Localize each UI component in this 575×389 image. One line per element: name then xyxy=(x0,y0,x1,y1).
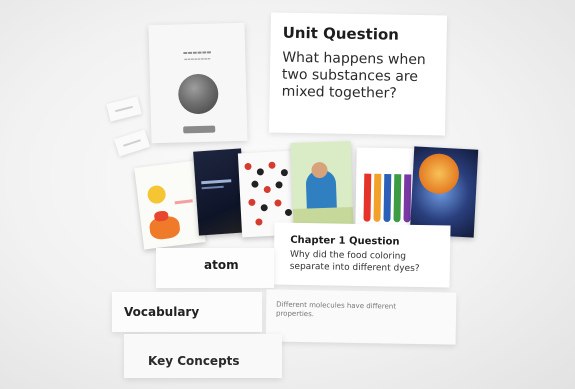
vocabulary-label: Vocabulary xyxy=(124,305,200,319)
key-concepts-label: Key Concepts xyxy=(148,354,240,368)
booklet-tag xyxy=(183,125,216,134)
booklet: ▬▬▬▬▬▬ ▬▬▬▬▬▬▬▬ xyxy=(148,22,248,144)
vocabulary-word: atom xyxy=(204,258,239,272)
photo-scene: ▬▬▬▬▬▬ ▬▬▬▬▬▬▬▬ Unit Question What happe… xyxy=(0,0,575,389)
unit-question-card: Unit Question What happens when two subs… xyxy=(268,12,448,136)
vocabulary-label-card: Vocabulary xyxy=(112,292,262,332)
booklet-subtitle-print: ▬▬▬▬▬▬▬▬ xyxy=(184,56,211,62)
chapter-question-card: Chapter 1 Question Why did the food colo… xyxy=(273,222,451,288)
key-concepts-label-card: Key Concepts xyxy=(124,334,282,378)
unit-question-text: What happens when two substances are mix… xyxy=(281,49,426,102)
booklet-cover-image xyxy=(177,73,219,115)
key-concept-text: Different molecules have different prope… xyxy=(275,300,397,319)
unit-question-title: Unit Question xyxy=(282,23,400,44)
book-cover xyxy=(290,140,354,228)
vocabulary-word-card: atom xyxy=(156,248,274,288)
book-cover xyxy=(355,147,417,235)
chapter-question-text: Why did the food coloring separate into … xyxy=(289,249,420,275)
chapter-question-title: Chapter 1 Question xyxy=(290,234,400,248)
small-card xyxy=(114,129,150,157)
small-card xyxy=(106,96,142,122)
book-cover xyxy=(409,146,479,238)
key-concept-card: Different molecules have different prope… xyxy=(265,289,457,345)
